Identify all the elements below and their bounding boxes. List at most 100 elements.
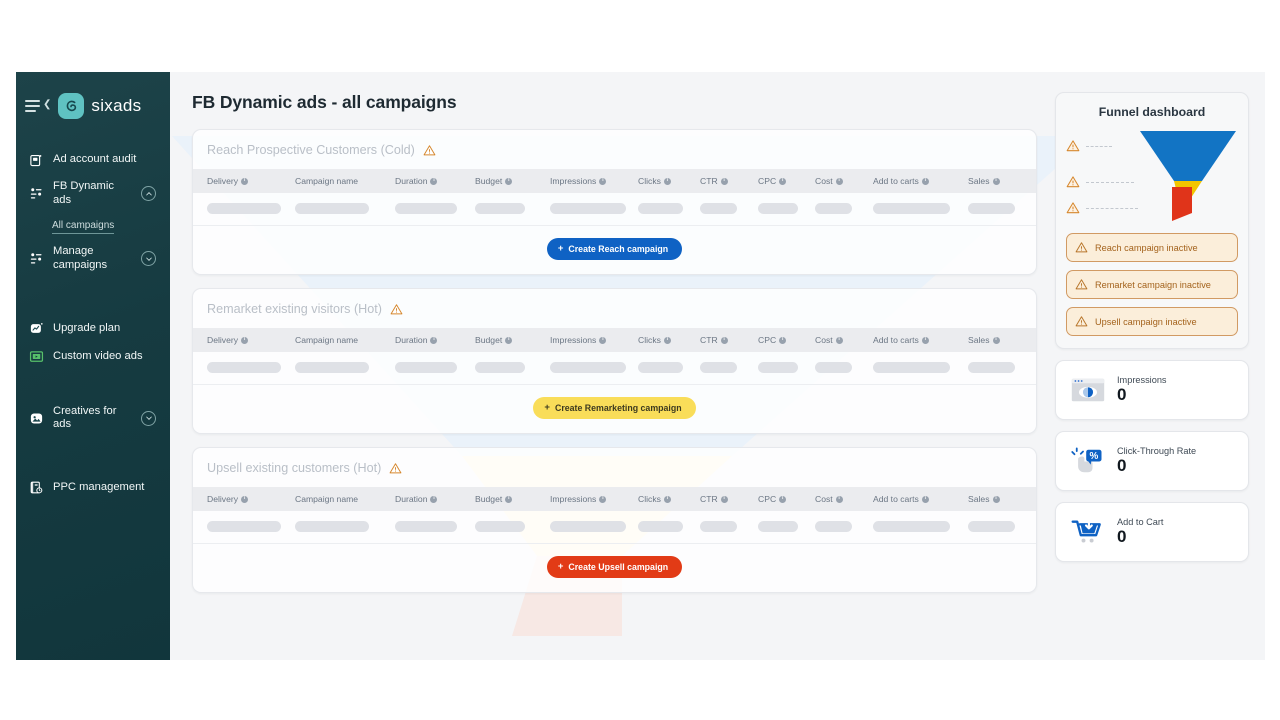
info-icon[interactable]: i bbox=[663, 177, 671, 185]
funnel-segment-reach[interactable] bbox=[1140, 131, 1236, 181]
info-icon[interactable]: i bbox=[921, 495, 929, 503]
info-icon[interactable]: i bbox=[241, 495, 249, 503]
warning-triangle-icon[interactable] bbox=[1066, 175, 1080, 189]
skeleton-placeholder bbox=[873, 203, 950, 214]
alert-remarket-inactive[interactable]: Remarket campaign inactive bbox=[1066, 270, 1238, 299]
metric-label: Add to Cart bbox=[1117, 516, 1164, 527]
warning-triangle-icon[interactable] bbox=[423, 144, 436, 157]
info-icon[interactable]: i bbox=[241, 336, 249, 344]
info-icon[interactable]: i bbox=[599, 336, 607, 344]
info-icon[interactable]: i bbox=[835, 336, 843, 344]
create-remarketing-campaign-button[interactable]: + Create Remarketing campaign bbox=[533, 397, 696, 419]
info-icon[interactable]: i bbox=[505, 177, 513, 185]
column-header: Impressions i bbox=[550, 176, 638, 186]
sidebar-subitem-label: All campaigns bbox=[52, 220, 115, 235]
column-header: CTR i bbox=[700, 335, 758, 345]
column-header-label: Duration bbox=[395, 494, 428, 504]
sidebar-item-custom-video-ads[interactable]: Custom video ads bbox=[16, 343, 170, 371]
skeleton-placeholder bbox=[395, 521, 457, 532]
right-rail: Funnel dashboard Reach campaign inactive… bbox=[1055, 92, 1249, 660]
info-icon[interactable]: i bbox=[921, 336, 929, 344]
info-icon[interactable]: i bbox=[505, 495, 513, 503]
info-icon[interactable]: i bbox=[663, 336, 671, 344]
info-icon[interactable]: i bbox=[599, 177, 607, 185]
table-cell bbox=[758, 203, 815, 214]
warning-triangle-icon[interactable] bbox=[1066, 201, 1080, 215]
column-header-label: Duration bbox=[395, 335, 428, 345]
metric-card-click-through-rate[interactable]: % Click-Through Rate 0 bbox=[1055, 430, 1249, 491]
sidebar-item-ad-account-audit[interactable]: Ad account audit bbox=[16, 146, 170, 174]
ad-account-audit-icon bbox=[28, 152, 44, 168]
metric-card-add-to-cart[interactable]: Add to Cart 0 bbox=[1055, 501, 1249, 562]
funnel-segment-upsell[interactable] bbox=[1172, 187, 1192, 221]
table-cell bbox=[395, 521, 475, 532]
info-icon[interactable]: i bbox=[835, 177, 843, 185]
column-header-label: Impressions bbox=[550, 176, 597, 186]
column-header: Duration i bbox=[395, 335, 475, 345]
card-title-text: Upsell existing customers (Hot) bbox=[207, 461, 382, 475]
hamburger-collapse-icon[interactable]: ❮ bbox=[25, 99, 52, 112]
column-header-label: Add to carts bbox=[873, 176, 919, 186]
sidebar-item-label: Creatives for ads bbox=[53, 404, 117, 431]
warning-triangle-icon[interactable] bbox=[390, 303, 403, 316]
info-icon[interactable]: i bbox=[663, 495, 671, 503]
metric-card-impressions[interactable]: Impressions 0 bbox=[1055, 360, 1249, 420]
skeleton-placeholder bbox=[758, 362, 798, 373]
skeleton-placeholder bbox=[815, 362, 852, 373]
sidebar-item-creatives-for-ads[interactable]: Creatives for ads bbox=[16, 399, 170, 438]
column-header-label: CTR bbox=[700, 494, 718, 504]
column-header-label: CTR bbox=[700, 176, 718, 186]
chevron-down-icon[interactable] bbox=[141, 410, 156, 426]
info-icon[interactable]: i bbox=[430, 336, 438, 344]
column-header: Cost i bbox=[815, 176, 873, 186]
column-header-label: Add to carts bbox=[873, 494, 919, 504]
chevron-down-icon[interactable] bbox=[141, 251, 156, 267]
sidebar-subitem-all-campaigns[interactable]: All campaigns bbox=[16, 215, 170, 235]
info-icon[interactable]: i bbox=[430, 495, 438, 503]
create-upsell-campaign-button[interactable]: + Create Upsell campaign bbox=[546, 556, 683, 578]
sidebar-item-fb-dynamic-ads[interactable]: FB Dynamic ads bbox=[16, 174, 170, 213]
column-header: Duration i bbox=[395, 176, 475, 186]
table-cell bbox=[295, 203, 395, 214]
info-icon[interactable]: i bbox=[779, 177, 787, 185]
sidebar-item-manage-campaigns[interactable]: Manage campaigns bbox=[16, 239, 170, 278]
alert-reach-inactive[interactable]: Reach campaign inactive bbox=[1066, 233, 1238, 262]
table-cell bbox=[815, 521, 873, 532]
info-icon[interactable]: i bbox=[992, 495, 1000, 503]
collapse-chevron-icon: ❮ bbox=[43, 99, 52, 111]
sidebar-item-ppc-management[interactable]: PPC management bbox=[16, 474, 170, 502]
card-footer-reach: + Create Reach campaign bbox=[193, 226, 1036, 274]
info-icon[interactable]: i bbox=[779, 336, 787, 344]
info-icon[interactable]: i bbox=[921, 177, 929, 185]
column-header: Budget i bbox=[475, 494, 550, 504]
skeleton-placeholder bbox=[873, 521, 950, 532]
info-icon[interactable]: i bbox=[720, 336, 728, 344]
column-header: Cost i bbox=[815, 494, 873, 504]
skeleton-placeholder bbox=[295, 521, 369, 532]
info-icon[interactable]: i bbox=[430, 177, 438, 185]
warning-triangle-icon[interactable] bbox=[389, 462, 402, 475]
card-footer-remarket: + Create Remarketing campaign bbox=[193, 385, 1036, 433]
info-icon[interactable]: i bbox=[505, 336, 513, 344]
sidebar-item-upgrade-plan[interactable]: Upgrade plan bbox=[16, 315, 170, 343]
plus-icon: + bbox=[557, 243, 564, 255]
sixads-logo-icon[interactable] bbox=[58, 93, 85, 119]
info-icon[interactable]: i bbox=[241, 177, 249, 185]
info-icon[interactable]: i bbox=[992, 177, 1000, 185]
info-icon[interactable]: i bbox=[599, 495, 607, 503]
chevron-up-icon[interactable] bbox=[141, 186, 156, 202]
alert-upsell-inactive[interactable]: Upsell campaign inactive bbox=[1066, 307, 1238, 336]
metric-text-block: Click-Through Rate 0 bbox=[1117, 446, 1196, 476]
info-icon[interactable]: i bbox=[992, 336, 1000, 344]
skeleton-placeholder bbox=[207, 362, 281, 373]
skeleton-placeholder bbox=[758, 521, 798, 532]
warning-triangle-icon[interactable] bbox=[1066, 139, 1080, 153]
info-icon[interactable]: i bbox=[835, 495, 843, 503]
info-icon[interactable]: i bbox=[720, 177, 728, 185]
info-icon[interactable]: i bbox=[720, 495, 728, 503]
skeleton-placeholder bbox=[968, 521, 1015, 532]
table-cell bbox=[968, 362, 1024, 373]
info-icon[interactable]: i bbox=[779, 495, 787, 503]
create-reach-campaign-button[interactable]: + Create Reach campaign bbox=[546, 238, 683, 260]
card-header-reach: Reach Prospective Customers (Cold) bbox=[193, 130, 1036, 169]
